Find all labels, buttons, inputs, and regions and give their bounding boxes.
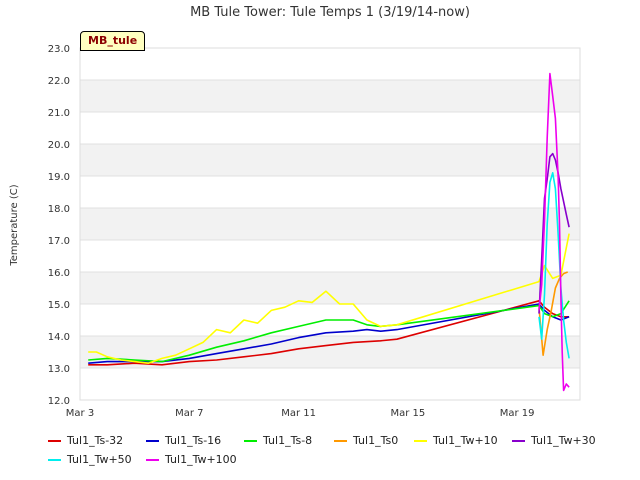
- y-tick-label: 13.0: [48, 364, 70, 375]
- chart-title: MB Tule Tower: Tule Temps 1 (3/19/14-now…: [190, 5, 470, 20]
- y-tick-label: 22.0: [48, 76, 70, 87]
- y-tick-labels: 12.0 13.0 14.0 15.0 16.0 17.0 18.0 19.0 20.0 21.0…: [48, 44, 70, 407]
- x-tick-labels: Mar 3 Mar 7 Mar 11 Mar 15 Mar 19: [66, 408, 535, 419]
- legend-swatch: [244, 439, 257, 442]
- plot-band: [80, 272, 580, 304]
- y-tick-label: 16.0: [48, 268, 70, 279]
- plot-bands: [80, 80, 580, 368]
- x-tick-label: Mar 19: [500, 408, 535, 419]
- x-tick-label: Mar 15: [390, 408, 425, 419]
- legend-label: Tul1_Ts-8: [263, 434, 313, 447]
- legend-label: Tul1_Tw+100: [165, 453, 237, 466]
- chart-canvas: 12.0 13.0 14.0 15.0 16.0 17.0 18.0 19.0 20.0 21.0…: [9, 5, 581, 419]
- legend-item: Tul1_Tw+10: [414, 434, 498, 447]
- legend-swatch: [146, 439, 159, 442]
- legend-item: Tul1_Ts-16: [146, 434, 221, 447]
- y-tick-label: 19.0: [48, 172, 70, 183]
- x-tick-label: Mar 11: [281, 408, 316, 419]
- x-tick-label: Mar 7: [175, 408, 203, 419]
- legend-item: Tul1_Tw+30: [512, 434, 596, 447]
- legend-swatch: [48, 439, 61, 442]
- site-badge: MB_tule: [80, 31, 146, 51]
- series-line-Tul1_Tw+50: [538, 172, 570, 359]
- plot-band: [80, 144, 580, 176]
- legend-item: Tul1_Ts-8: [244, 434, 312, 447]
- y-tick-label: 12.0: [48, 396, 70, 407]
- y-tick-label: 23.0: [48, 44, 70, 55]
- plot-band: [80, 80, 580, 112]
- plot-band: [80, 336, 580, 368]
- legend-swatch: [334, 439, 347, 442]
- legend-label: Tul1_Tw+30: [531, 434, 596, 447]
- legend-label: Tul1_Ts-16: [165, 434, 222, 447]
- legend-label: Tul1_Tw+50: [67, 453, 132, 466]
- y-axis-label: Temperature (C): [9, 184, 20, 266]
- y-tick-label: 21.0: [48, 108, 70, 119]
- y-tick-label: 14.0: [48, 332, 70, 343]
- legend-label: Tul1_Tw+10: [433, 434, 498, 447]
- legend-swatch: [146, 458, 159, 461]
- legend-item: Tul1_Ts-32: [48, 434, 123, 447]
- y-tick-label: 15.0: [48, 300, 70, 311]
- plot-band: [80, 208, 580, 240]
- y-tick-label: 20.0: [48, 140, 70, 151]
- legend-item: Tul1_Tw+50: [48, 453, 132, 466]
- legend-item: Tul1_Ts0: [334, 434, 398, 447]
- legend-item: Tul1_Tw+100: [146, 453, 237, 466]
- legend-label: Tul1_Ts-32: [67, 434, 124, 447]
- x-tick-label: Mar 3: [66, 408, 94, 419]
- y-tick-label: 17.0: [48, 236, 70, 247]
- legend-swatch: [414, 439, 427, 442]
- y-tick-label: 18.0: [48, 204, 70, 215]
- legend-label: Tul1_Ts0: [353, 434, 399, 447]
- legend-swatch: [512, 439, 525, 442]
- legend-swatch: [48, 458, 61, 461]
